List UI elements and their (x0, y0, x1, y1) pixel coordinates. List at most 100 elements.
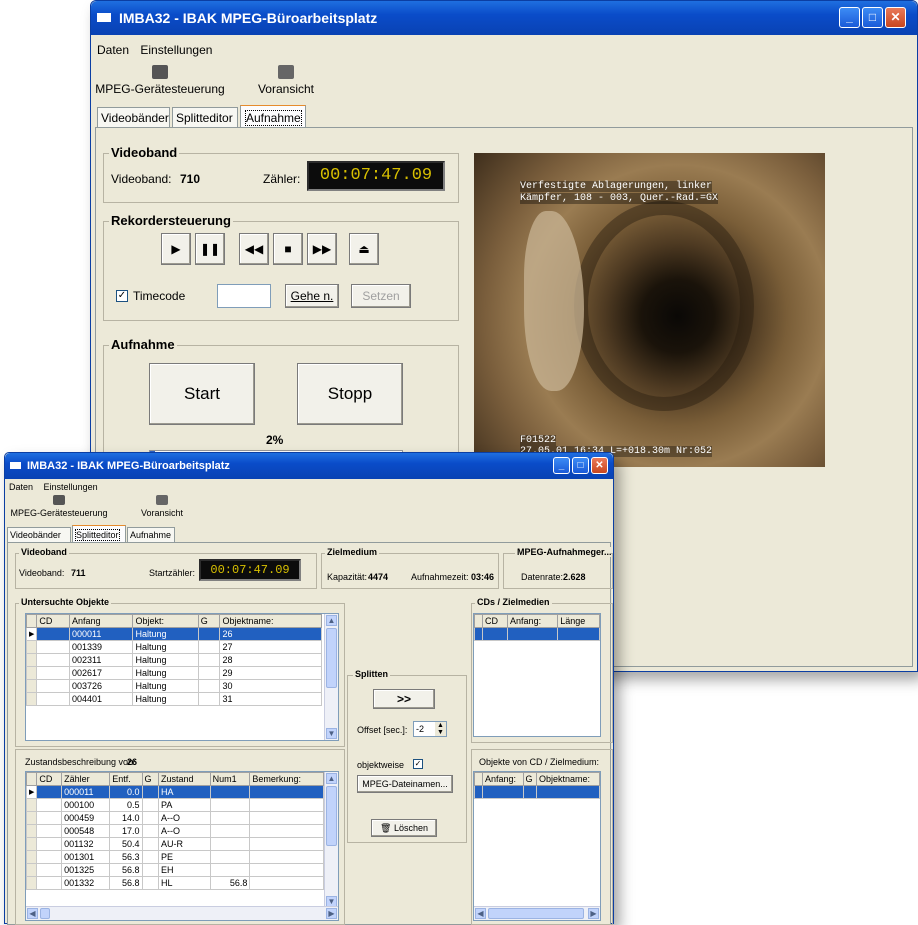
menu-einstellungen[interactable]: Einstellungen (140, 43, 212, 57)
goto-button[interactable]: Gehe n. (285, 284, 339, 308)
table-row[interactable]: 001301 56.3 PE (26, 850, 324, 864)
cd-objects-horizontal-scrollbar[interactable]: ◀ ▶ (474, 906, 600, 920)
split-go-button[interactable]: >> (373, 689, 435, 709)
video-overlay-line1: Verfestigte Ablagerungen, linker (520, 181, 713, 192)
pause-button[interactable]: ❚❚ (195, 233, 225, 265)
table-cell: 26 (219, 627, 322, 641)
scroll-right-icon[interactable]: ▶ (588, 908, 599, 919)
stop-button[interactable]: ■ (273, 233, 303, 265)
scroll-left-icon[interactable]: ◀ (475, 908, 486, 919)
minimize-button[interactable]: _ (839, 7, 860, 28)
close-button[interactable]: ✕ (591, 457, 608, 474)
table-cell: 000011 (61, 785, 111, 799)
column-header[interactable]: Bemerkung: (249, 772, 324, 786)
set-button[interactable]: Setzen (351, 284, 411, 308)
tab-splitteditor[interactable]: Splitteditor (172, 107, 238, 127)
condition-vertical-scrollbar[interactable]: ▲ ▼ (324, 772, 338, 908)
table-row[interactable]: 000548 17.0 A--O (26, 824, 324, 838)
menu-daten[interactable]: Daten (97, 43, 129, 57)
condition-hscroll-thumb[interactable] (40, 908, 50, 919)
column-header[interactable]: Objektname: (219, 614, 322, 628)
table-cell: 004401 (68, 692, 134, 706)
cd-objects-table[interactable]: Anfang: G Objektname: ◀ ▶ (473, 771, 601, 921)
table-row[interactable]: 004401 Haltung 31 (26, 692, 322, 706)
front-window-titlebar[interactable]: IMBA32 - IBAK MPEG-Büroarbeitsplatz _ □ … (5, 453, 613, 479)
column-header[interactable]: Anfang (68, 614, 134, 628)
mpeg-filenames-button[interactable]: MPEG-Dateinamen... (357, 775, 453, 793)
menu-daten[interactable]: Daten (9, 482, 33, 492)
column-header[interactable]: G (197, 614, 221, 628)
stop-recording-button[interactable]: Stopp (297, 363, 403, 425)
minimize-button[interactable]: _ (553, 457, 570, 474)
table-row[interactable]: 003726 Haltung 30 (26, 679, 322, 693)
table-cell: 002311 (68, 653, 134, 667)
column-header[interactable]: CD (481, 614, 509, 628)
table-row[interactable]: 001332 56.8 HL 56.8 (26, 876, 324, 890)
column-header[interactable]: Objekt: (132, 614, 199, 628)
column-header[interactable]: Zustand (158, 772, 211, 786)
objects-table[interactable]: CD Anfang Objekt: G Objektname: ▶ 000011 Haltu… (25, 613, 339, 741)
timecode-input[interactable] (217, 284, 271, 308)
eject-button[interactable]: ⏏ (349, 233, 379, 265)
tab-videobaender[interactable]: Videobänder (7, 527, 71, 542)
cd-objects-hscroll-thumb[interactable] (488, 908, 584, 919)
table-row[interactable]: 001132 50.4 AU-R (26, 837, 324, 851)
rewind-button[interactable]: ◀◀ (239, 233, 269, 265)
toolbar-device-control[interactable]: MPEG-Gerätesteuerung (7, 495, 111, 518)
objects-vertical-scrollbar[interactable]: ▲ ▼ (324, 614, 338, 740)
tab-aufnahme[interactable]: Aufnahme (127, 527, 175, 542)
table-row[interactable]: 001325 56.8 EH (26, 863, 324, 877)
scroll-up-icon[interactable]: ▲ (326, 773, 337, 784)
timecode-checkbox[interactable]: ✓ (116, 290, 128, 302)
column-header[interactable]: CD (36, 772, 63, 786)
condition-table[interactable]: CD Zähler Entf. G Zustand Num1 Bemerkung: ▶ 000… (25, 771, 339, 921)
column-header[interactable]: CD (36, 614, 70, 628)
column-header[interactable]: G (141, 772, 160, 786)
column-header[interactable]: Entf. (109, 772, 143, 786)
maximize-button[interactable]: □ (862, 7, 883, 28)
objectwise-checkbox[interactable]: ✓ (413, 759, 423, 769)
row-marker (26, 876, 38, 890)
condition-horizontal-scrollbar[interactable]: ◀ ▶ (26, 906, 338, 920)
scroll-up-icon[interactable]: ▲ (326, 615, 337, 626)
column-header[interactable]: Anfang: (482, 772, 524, 786)
column-header[interactable]: Num1 (209, 772, 251, 786)
table-row[interactable]: 002311 Haltung 28 (26, 653, 322, 667)
tab-aufnahme[interactable]: Aufnahme (240, 105, 306, 127)
offset-spinner-icon[interactable]: ▲ ▼ (435, 722, 446, 736)
column-header[interactable]: Zähler (61, 772, 111, 786)
fast-forward-button[interactable]: ▶▶ (307, 233, 337, 265)
menu-einstellungen[interactable]: Einstellungen (44, 482, 98, 492)
play-button[interactable]: ▶ (161, 233, 191, 265)
table-row[interactable]: 001339 Haltung 27 (26, 640, 322, 654)
scroll-down-icon[interactable]: ▼ (326, 728, 337, 739)
table-row[interactable]: ▶ 000011 Haltung 26 (26, 627, 322, 641)
start-button[interactable]: Start (149, 363, 255, 425)
cds-table[interactable]: CD Anfang: Länge (473, 613, 601, 737)
maximize-button[interactable]: □ (572, 457, 589, 474)
table-row[interactable]: 000459 14.0 A--O (26, 811, 324, 825)
stop-icon: ■ (284, 242, 292, 256)
table-row[interactable] (474, 785, 600, 799)
column-header[interactable]: G (522, 772, 537, 786)
column-header[interactable]: Objektname: (536, 772, 600, 786)
table-row[interactable]: 000100 0.5 PA (26, 798, 324, 812)
trash-icon: 🗑 (380, 823, 392, 833)
objects-scroll-thumb[interactable] (326, 628, 337, 688)
condition-scroll-thumb[interactable] (326, 786, 337, 846)
tab-splitteditor[interactable]: Splitteditor (72, 525, 126, 542)
column-header[interactable]: Anfang: (507, 614, 559, 628)
column-header[interactable]: Länge (557, 614, 600, 628)
delete-button[interactable]: 🗑 Löschen (371, 819, 437, 837)
tab-videobaender[interactable]: Videobänder (97, 107, 170, 127)
toolbar-preview[interactable]: Voransicht (246, 65, 326, 96)
table-row[interactable]: ▶ 000011 0.0 HA (26, 785, 324, 799)
table-row[interactable] (474, 627, 600, 641)
table-row[interactable]: 002617 Haltung 29 (26, 666, 322, 680)
toolbar-preview[interactable]: Voransicht (131, 495, 193, 518)
scroll-right-icon[interactable]: ▶ (326, 908, 337, 919)
scroll-left-icon[interactable]: ◀ (27, 908, 38, 919)
toolbar-device-control[interactable]: MPEG-Gerätesteuerung (95, 65, 225, 96)
close-button[interactable]: ✕ (885, 7, 906, 28)
back-window-titlebar[interactable]: IMBA32 - IBAK MPEG-Büroarbeitsplatz _ □ … (91, 1, 917, 35)
